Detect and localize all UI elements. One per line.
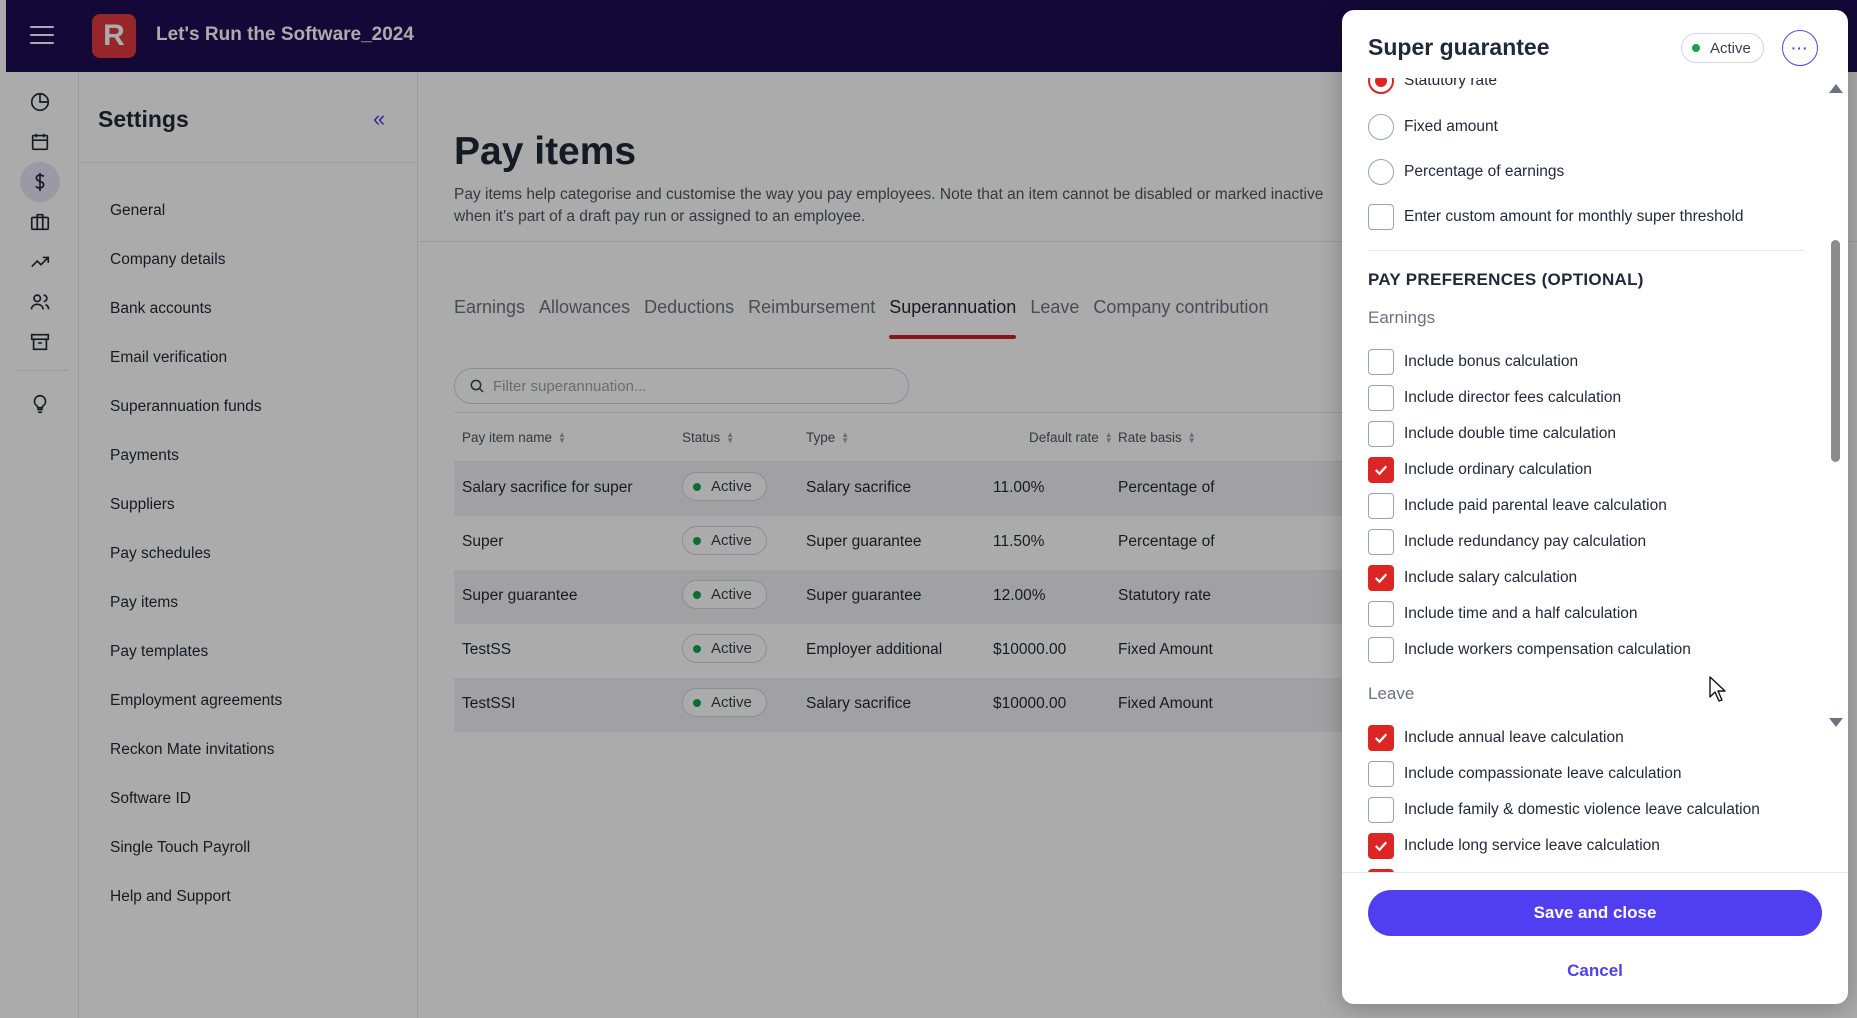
checkbox-paid-parental-leave[interactable]: Include paid parental leave calculation <box>1368 493 1667 519</box>
checkbox[interactable] <box>1368 385 1394 411</box>
checkbox-label: Include workers compensation calculation <box>1404 641 1691 658</box>
pay-preferences-title: PAY PREFERENCES (OPTIONAL) <box>1368 270 1644 289</box>
checkbox-redundancy-pay[interactable]: Include redundancy pay calculation <box>1368 529 1646 555</box>
super-guarantee-drawer: Super guarantee Active ··· Statutory rat… <box>1342 10 1848 1004</box>
mouse-cursor-icon <box>1709 676 1726 702</box>
checkbox-long-service-leave[interactable]: Include long service leave calculation <box>1368 833 1660 859</box>
checkbox-bonus[interactable]: Include bonus calculation <box>1368 349 1578 375</box>
checkbox-label: Include annual leave calculation <box>1404 729 1624 746</box>
checkbox-ordinary[interactable]: Include ordinary calculation <box>1368 457 1592 483</box>
checkbox[interactable] <box>1368 601 1394 627</box>
checkbox-label: Include double time calculation <box>1404 425 1616 442</box>
checkbox-label: Include paid parental leave calculation <box>1404 497 1667 514</box>
footer-divider <box>1342 872 1848 873</box>
drawer-title: Super guarantee <box>1368 34 1550 60</box>
checkbox[interactable] <box>1368 204 1394 230</box>
radio-label: Fixed amount <box>1404 118 1498 135</box>
radio-button[interactable] <box>1368 78 1394 94</box>
checkbox-director-fees[interactable]: Include director fees calculation <box>1368 385 1621 411</box>
checkbox[interactable] <box>1368 349 1394 375</box>
checkbox[interactable] <box>1368 797 1394 823</box>
radio-label: Statutory rate <box>1404 78 1498 89</box>
status-label: Active <box>1710 39 1751 57</box>
checkbox-salary[interactable]: Include salary calculation <box>1368 565 1577 591</box>
scroll-down-icon[interactable] <box>1829 718 1843 727</box>
checkbox-time-and-a-half[interactable]: Include time and a half calculation <box>1368 601 1638 627</box>
radio-fixed-amount[interactable]: Fixed amount <box>1368 114 1498 140</box>
checkbox-annual-leave[interactable]: Include annual leave calculation <box>1368 725 1624 751</box>
more-options-icon[interactable]: ··· <box>1782 30 1818 66</box>
radio-percentage-earnings[interactable]: Percentage of earnings <box>1368 159 1564 185</box>
status-dot <box>1692 44 1700 52</box>
radio-statutory-rate[interactable]: Statutory rate <box>1368 78 1497 94</box>
checkbox[interactable] <box>1368 761 1394 787</box>
radio-button[interactable] <box>1368 114 1394 140</box>
radio-label: Percentage of earnings <box>1404 163 1565 180</box>
earnings-group-label: Earnings <box>1368 308 1436 327</box>
checkbox-compassionate-leave[interactable]: Include compassionate leave calculation <box>1368 761 1681 787</box>
save-and-close-button[interactable]: Save and close <box>1368 890 1822 936</box>
status-badge: Active <box>1681 33 1764 63</box>
checkbox[interactable] <box>1368 457 1394 483</box>
checkbox[interactable] <box>1368 833 1394 859</box>
checkbox[interactable] <box>1368 529 1394 555</box>
checkbox-label: Include compassionate leave calculation <box>1404 765 1682 782</box>
section-divider <box>1368 250 1804 251</box>
checkbox-label: Include salary calculation <box>1404 569 1578 586</box>
checkbox-label: Enter custom amount for monthly super th… <box>1404 208 1744 225</box>
cancel-button[interactable]: Cancel <box>1368 956 1822 986</box>
checkbox[interactable] <box>1368 565 1394 591</box>
checkbox-custom-threshold[interactable]: Enter custom amount for monthly super th… <box>1368 204 1743 230</box>
checkbox-label: Include director fees calculation <box>1404 389 1622 406</box>
leave-group-label: Leave <box>1368 684 1415 703</box>
scroll-up-icon[interactable] <box>1829 84 1843 93</box>
checkbox-label: Include redundancy pay calculation <box>1404 533 1647 550</box>
checkbox[interactable] <box>1368 725 1394 751</box>
drawer-scroll-area[interactable]: Statutory rate Fixed amount Percentage o… <box>1342 78 1848 872</box>
checkbox-label: Include long service leave calculation <box>1404 837 1660 854</box>
checkbox-label: Include bonus calculation <box>1404 353 1579 370</box>
scroll-thumb[interactable] <box>1831 240 1840 462</box>
checkbox[interactable] <box>1368 493 1394 519</box>
checkbox-label: Include time and a half calculation <box>1404 605 1638 622</box>
checkbox-workers-compensation[interactable]: Include workers compensation calculation <box>1368 637 1691 663</box>
drawer-scrollbar[interactable] <box>1826 72 1846 732</box>
checkbox[interactable] <box>1368 421 1394 447</box>
checkbox-label: Include family & domestic violence leave… <box>1404 801 1760 818</box>
checkbox-double-time[interactable]: Include double time calculation <box>1368 421 1616 447</box>
checkbox-label: Include ordinary calculation <box>1404 461 1592 478</box>
checkbox-family-domestic-violence-leave[interactable]: Include family & domestic violence leave… <box>1368 797 1760 823</box>
checkbox[interactable] <box>1368 637 1394 663</box>
radio-button[interactable] <box>1368 159 1394 185</box>
